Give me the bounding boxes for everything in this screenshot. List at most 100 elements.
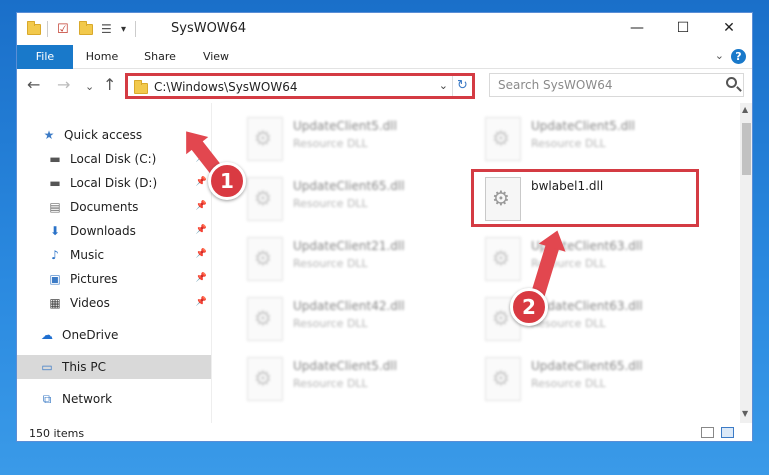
sidebar-item-local-disk-c[interactable]: ▬Local Disk (C:)📌 (17, 147, 211, 171)
tab-home[interactable]: Home (77, 45, 127, 69)
file-type: Resource DLL (293, 257, 368, 270)
minimize-button[interactable]: — (614, 13, 660, 43)
annotation-badge-2: 2 (510, 288, 548, 326)
sidebar-item-label: Music (70, 248, 105, 262)
close-button[interactable]: ✕ (706, 13, 752, 43)
search-input[interactable]: Search SysWOW64 (489, 73, 744, 97)
file-type: Resource DLL (293, 317, 368, 330)
chevron-down-icon[interactable]: ⌄ (439, 79, 448, 92)
explorer-window: ☑ ☰ ▾ SysWOW64 — ☐ ✕ File Home Share Vie… (16, 12, 753, 442)
sidebar-item-network[interactable]: ⧉ Network (17, 387, 211, 411)
file-name: UpdateClient42.dll (293, 299, 405, 313)
annotation-badge-1: 1 (208, 162, 246, 200)
scrollbar-thumb[interactable] (742, 123, 751, 175)
sidebar-item-onedrive[interactable]: ☁ OneDrive (17, 323, 211, 347)
chevron-down-icon[interactable]: ⌄ (715, 49, 724, 62)
sidebar-item-local-disk-d[interactable]: ▬ Local Disk (D:) 📌 (17, 171, 211, 195)
pin-icon[interactable]: 📌 (196, 225, 207, 235)
dll-file-icon (485, 357, 521, 401)
sidebar-item-label: OneDrive (62, 328, 119, 342)
pin-icon[interactable]: 📌 (196, 177, 207, 187)
pane-divider[interactable] (211, 103, 212, 423)
music-icon: ♪ (51, 248, 59, 262)
title-bar: ☑ ☰ ▾ SysWOW64 — ☐ ✕ (17, 13, 752, 45)
address-bar[interactable]: C:\Windows\SysWOW64 ⌄ ↻ (125, 73, 475, 99)
pictures-icon: ▣ (49, 272, 61, 286)
refresh-icon[interactable]: ↻ (452, 76, 472, 96)
window-title: SysWOW64 (171, 21, 247, 36)
file-list: UpdateClient5.dllResource DLLUpdateClien… (213, 103, 738, 423)
sidebar-item-downloads[interactable]: ⬇ Downloads 📌 (17, 219, 211, 243)
tab-view[interactable]: View (193, 45, 239, 69)
navigation-pane: ★Quick access▬Local Disk (C:)📌▬Local Dis… (17, 103, 211, 423)
file-name: UpdateClient5.dll (293, 359, 397, 373)
file-item[interactable]: UpdateClient5.dll Resource DLL (239, 351, 439, 407)
sidebar-item-label: Pictures (70, 272, 118, 286)
back-arrow-icon[interactable]: ← (27, 77, 40, 93)
sidebar-item-label: Downloads (70, 224, 136, 238)
pin-icon[interactable]: 📌 (196, 249, 207, 259)
folder-icon (134, 80, 148, 94)
dll-file-icon (247, 357, 283, 401)
separator (47, 20, 48, 38)
pin-icon[interactable]: 📌 (196, 297, 207, 307)
network-icon: ⧉ (42, 391, 52, 406)
toolbar-dropdown-icon[interactable]: ▾ (121, 20, 126, 38)
file-name: UpdateClient5.dll (293, 119, 397, 133)
dll-file-icon (247, 297, 283, 341)
sidebar-item-music[interactable]: ♪ Music 📌 (17, 243, 211, 267)
recent-locations-icon[interactable]: ⌄ (85, 79, 94, 95)
dll-file-icon (247, 117, 283, 161)
search-placeholder: Search SysWOW64 (498, 78, 613, 92)
star-icon: ★ (43, 128, 55, 142)
search-icon (726, 77, 737, 88)
sidebar-item-this-pc[interactable]: ▭ This PC (17, 355, 211, 379)
drive-icon: ▬ (49, 152, 61, 166)
file-type: Resource DLL (293, 137, 368, 150)
separator (135, 20, 136, 38)
file-item[interactable]: UpdateClient65.dll Resource DLL (239, 171, 439, 227)
tab-share[interactable]: Share (135, 45, 185, 69)
scroll-down-icon[interactable]: ▼ (742, 409, 748, 418)
scroll-up-icon[interactable]: ▲ (742, 105, 748, 114)
file-item[interactable]: UpdateClient65.dll Resource DLL (477, 351, 677, 407)
drive-icon: ▬ (49, 176, 61, 190)
cloud-icon: ☁ (41, 328, 53, 342)
new-folder-icon[interactable] (79, 20, 93, 38)
forward-arrow-icon[interactable]: → (57, 77, 70, 93)
file-type: Resource DLL (531, 377, 606, 390)
details-view-icon[interactable] (701, 427, 714, 438)
sidebar-item-pictures[interactable]: ▣ Pictures 📌 (17, 267, 211, 291)
file-item[interactable]: UpdateClient5.dll Resource DLL (239, 111, 439, 167)
file-item[interactable]: UpdateClient63.dllResource DLL (477, 291, 677, 347)
help-icon[interactable]: ? (731, 49, 746, 64)
folder-icon[interactable] (27, 20, 41, 38)
file-item[interactable]: UpdateClient5.dll Resource DLL (477, 111, 677, 167)
file-name: UpdateClient65.dll (293, 179, 405, 193)
file-item[interactable]: UpdateClient42.dll Resource DLL (239, 291, 439, 347)
sidebar-item-videos[interactable]: ▦ Videos 📌 (17, 291, 211, 315)
videos-icon: ▦ (49, 296, 61, 310)
ribbon-tabs: File Home Share View ⌄ ? (17, 45, 752, 101)
file-item[interactable]: UpdateClient63.dllResource DLL (477, 231, 677, 287)
file-highlight-box (471, 169, 699, 227)
sidebar-item-label: Quick access (64, 128, 143, 142)
file-type: Resource DLL (531, 137, 606, 150)
file-item[interactable]: UpdateClient21.dll Resource DLL (239, 231, 439, 287)
address-path[interactable]: C:\Windows\SysWOW64 (154, 80, 298, 94)
tiles-view-icon[interactable] (721, 427, 734, 438)
sidebar-item-documents[interactable]: ▤ Documents 📌 (17, 195, 211, 219)
vertical-scrollbar[interactable]: ▲ ▼ (740, 103, 752, 423)
maximize-button[interactable]: ☐ (660, 13, 706, 43)
sidebar-item-label: Documents (70, 200, 139, 214)
file-type: Resource DLL (293, 197, 368, 210)
pin-icon[interactable]: 📌 (196, 273, 207, 283)
file-name: UpdateClient21.dll (293, 239, 405, 253)
customize-toolbar-icon[interactable]: ☰ (101, 20, 112, 38)
properties-icon[interactable]: ☑ (57, 20, 69, 38)
sidebar-item-label: Local Disk (C:) (70, 152, 157, 166)
download-icon: ⬇ (49, 224, 61, 238)
pin-icon[interactable]: 📌 (196, 201, 207, 211)
computer-icon: ▭ (41, 360, 53, 374)
up-arrow-icon[interactable]: ↑ (103, 77, 116, 93)
